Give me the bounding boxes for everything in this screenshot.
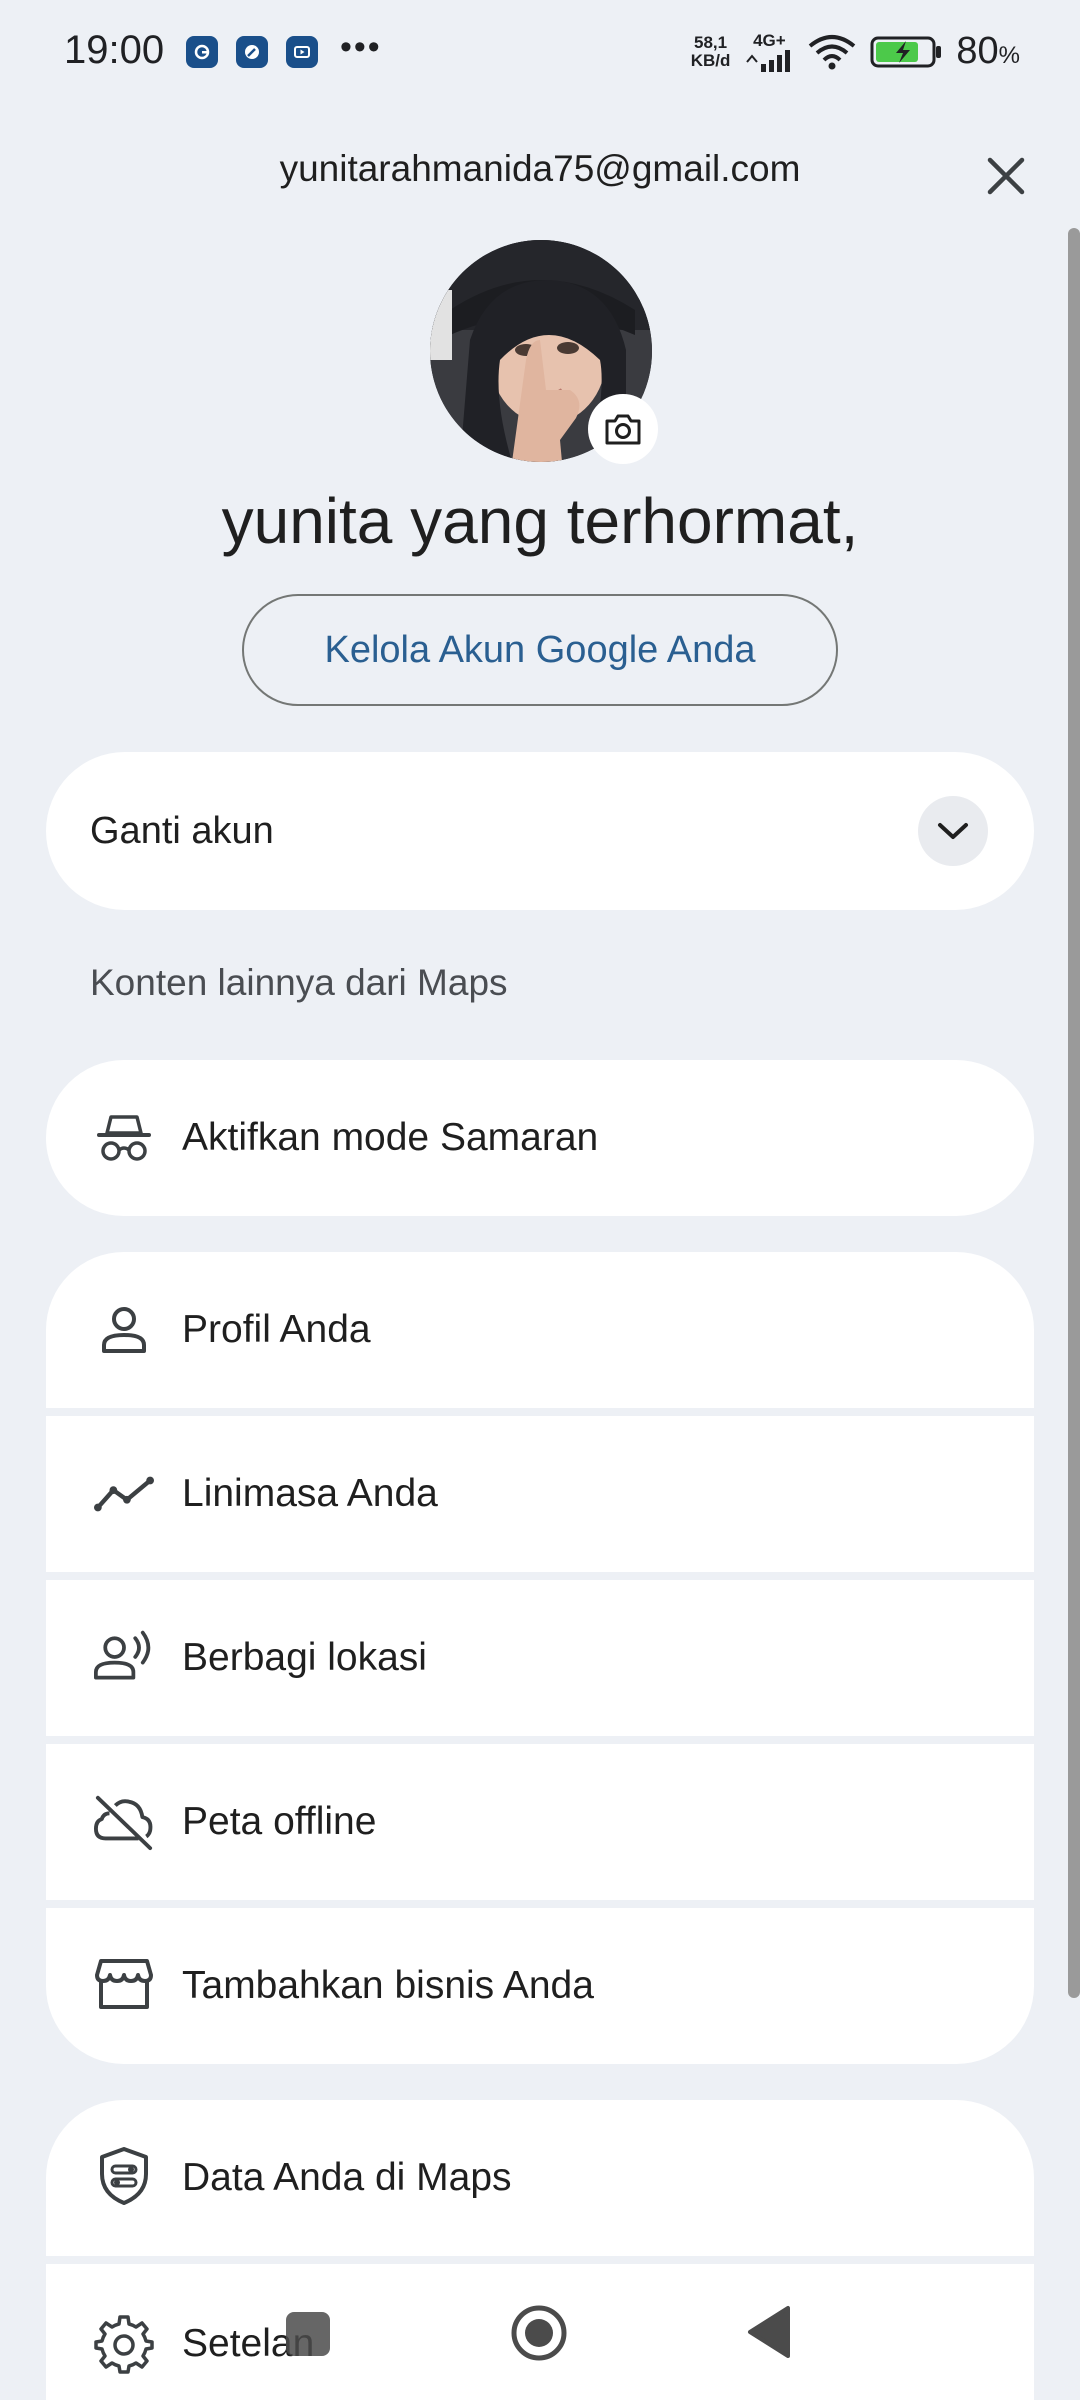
- greeting: yunita yang terhormat,: [221, 485, 859, 557]
- your-timeline-label: Linimasa Anda: [182, 1472, 438, 1515]
- your-data-label: Data Anda di Maps: [182, 2156, 512, 2199]
- incognito-label: Aktifkan mode Samaran: [182, 1116, 599, 1159]
- offline-maps-item[interactable]: Peta offline: [46, 1744, 1034, 1900]
- back-button[interactable]: [746, 2304, 792, 2360]
- network-speed: 58,1 KB/d: [690, 32, 731, 70]
- incognito-mode-item[interactable]: Aktifkan mode Samaran: [46, 1060, 1034, 1216]
- account-email: yunitarahmanida75@gmail.com: [279, 148, 801, 189]
- offline-maps-label: Peta offline: [182, 1800, 377, 1843]
- back-triangle-icon: [748, 2306, 790, 2358]
- cloud-off-icon: [94, 1792, 154, 1852]
- your-data-in-maps-item[interactable]: Data Anda di Maps: [46, 2100, 1034, 2256]
- your-profile-label: Profil Anda: [182, 1308, 371, 1351]
- your-timeline-item[interactable]: Linimasa Anda: [46, 1416, 1034, 1572]
- home-button[interactable]: [510, 2304, 568, 2362]
- person-icon: [94, 1300, 154, 1360]
- network-type: 4G+: [753, 30, 786, 50]
- google-notification-icon: [186, 36, 218, 68]
- battery-percentage: 80%: [956, 30, 1020, 72]
- tool-notification-icon: [236, 36, 268, 68]
- your-profile-item[interactable]: Profil Anda: [46, 1252, 1034, 1408]
- add-business-label: Tambahkan bisnis Anda: [182, 1964, 594, 2007]
- more-notifications-icon: •••: [340, 27, 382, 66]
- shield-icon: [94, 2146, 154, 2206]
- location-sharing-item[interactable]: Berbagi lokasi: [46, 1580, 1034, 1736]
- status-time: 19:00: [64, 28, 165, 72]
- location-sharing-icon: [94, 1626, 154, 1686]
- manage-google-account-button[interactable]: Kelola Akun Google Anda: [242, 594, 838, 706]
- close-icon: [987, 157, 1025, 195]
- storefront-icon: [94, 1954, 154, 2014]
- home-circle-icon: [511, 2305, 567, 2361]
- battery-icon: [870, 35, 942, 69]
- status-bar: 19:00 ••• 58,1 KB/d 4G+ 80%: [0, 0, 1080, 105]
- change-photo-button[interactable]: [590, 396, 656, 462]
- camera-icon: [605, 414, 641, 445]
- expand-accounts-button[interactable]: [918, 796, 988, 866]
- notification-icons: •••: [186, 28, 382, 68]
- switch-account-card[interactable]: Ganti akun: [46, 752, 1034, 910]
- close-button[interactable]: [970, 140, 1042, 212]
- video-notification-icon: [286, 36, 318, 68]
- section-heading: Konten lainnya dari Maps: [90, 962, 508, 1003]
- incognito-icon: [94, 1108, 154, 1168]
- location-sharing-label: Berbagi lokasi: [182, 1636, 427, 1679]
- recent-apps-button[interactable]: [286, 2312, 330, 2356]
- switch-account-label: Ganti akun: [90, 809, 274, 852]
- status-indicators: 58,1 KB/d 4G+ 80%: [691, 30, 1020, 73]
- wifi-icon: [808, 34, 856, 70]
- add-business-item[interactable]: Tambahkan bisnis Anda: [46, 1908, 1034, 2064]
- timeline-icon: [94, 1464, 154, 1524]
- chevron-down-icon: [938, 823, 968, 839]
- signal-icon: [744, 49, 794, 72]
